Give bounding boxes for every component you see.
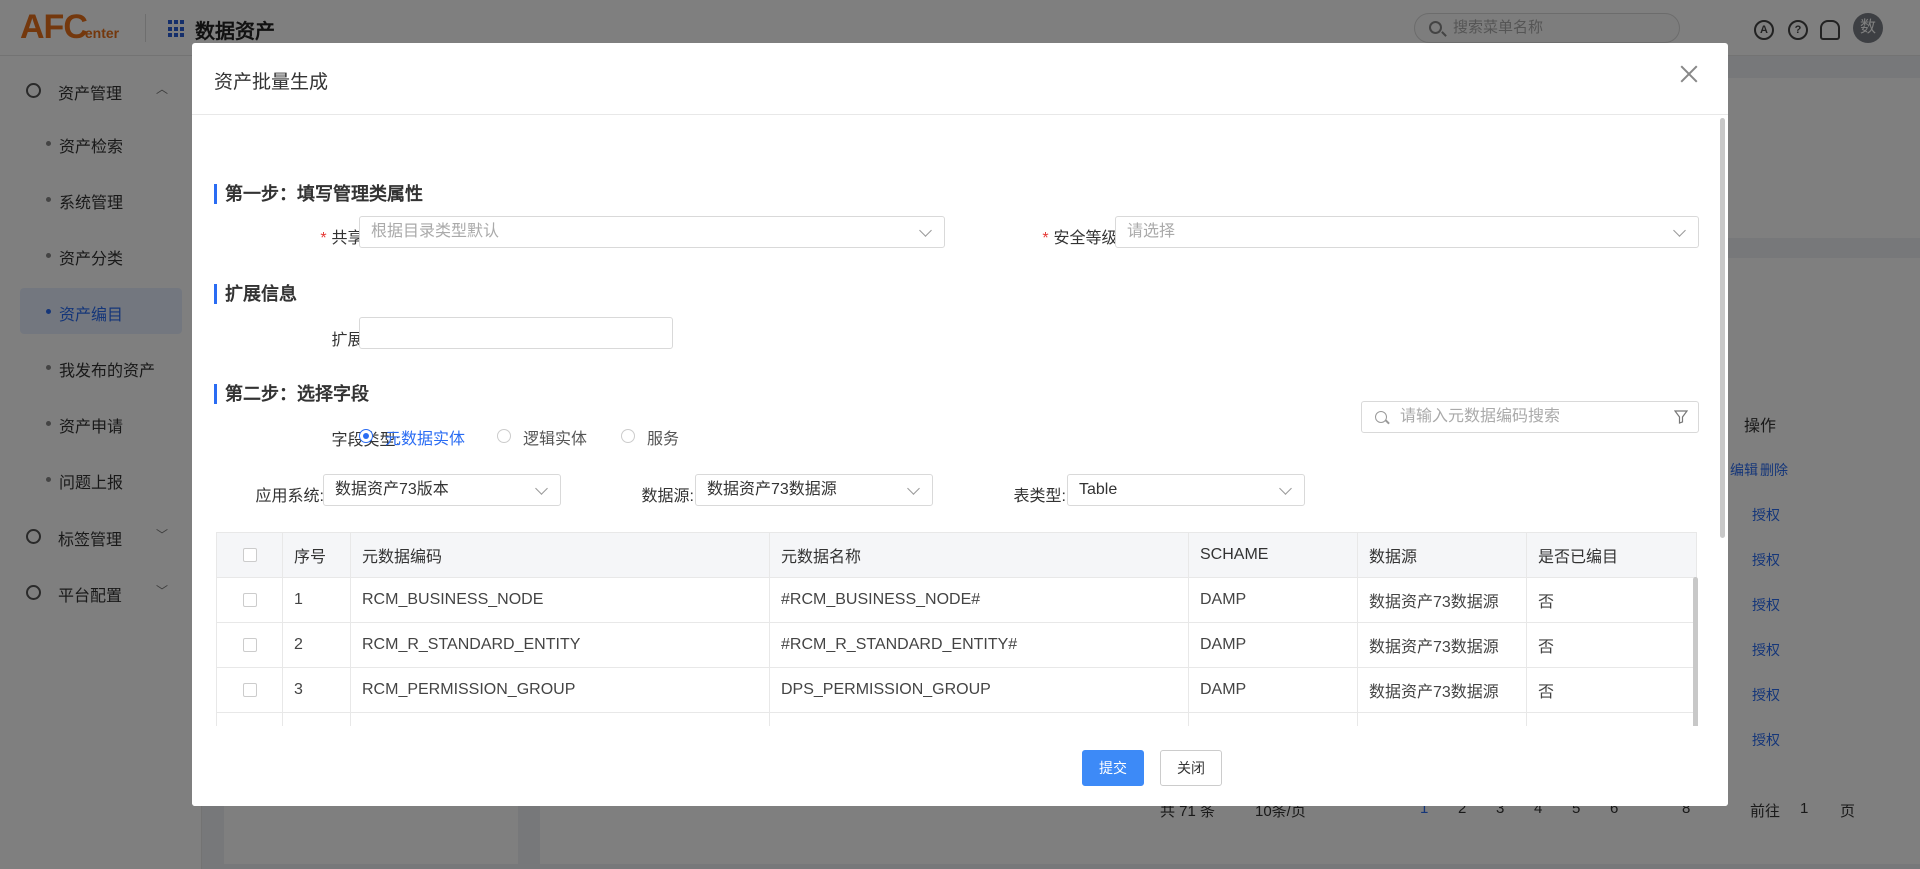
close-button[interactable]: 关闭 — [1160, 750, 1222, 786]
app-system-select[interactable]: 数据资产73版本 — [323, 474, 561, 506]
modal-title: 资产批量生成 — [214, 72, 329, 93]
row-checkbox[interactable] — [242, 682, 257, 697]
radio-label: 元数据实体 — [385, 431, 466, 448]
chevron-down-icon — [907, 482, 920, 495]
share-type-placeholder: 根据目录类型默认 — [371, 223, 500, 240]
cell-datasource: 数据资产73数据源 — [1357, 577, 1527, 623]
col-header-name[interactable]: 元数据名称 — [769, 532, 1189, 578]
cell-cataloged: 否 — [1526, 577, 1697, 623]
modal-scrollbar[interactable] — [1720, 118, 1725, 538]
chevron-down-icon — [919, 224, 932, 237]
select-all-cell — [216, 532, 283, 578]
datasource-label: 数据源: — [641, 488, 694, 505]
filter-icon[interactable] — [1674, 410, 1688, 424]
cell-schema: DAMP — [1188, 667, 1358, 713]
chevron-down-icon — [1279, 482, 1292, 495]
close-icon[interactable] — [1676, 61, 1702, 87]
chevron-down-icon — [1673, 224, 1686, 237]
cell-code: RCM_BUSINESS_NODE — [350, 577, 770, 623]
cell-index: 2 — [282, 622, 351, 668]
datasource-value: 数据资产73数据源 — [707, 481, 837, 498]
radio-circle — [359, 429, 373, 443]
radio-label: 服务 — [647, 431, 680, 448]
col-header-schema[interactable]: SCHAME — [1188, 532, 1358, 578]
required-mark: * — [320, 230, 327, 247]
required-mark: * — [1042, 230, 1049, 247]
row-select-cell — [216, 577, 283, 623]
app-system-label: 应用系统: — [255, 488, 324, 505]
cell-name: #RCM_R_STANDARD_ENTITY# — [769, 622, 1189, 668]
radio-circle — [497, 429, 511, 443]
step1-title: 第一步：填写管理类属性 — [214, 184, 423, 204]
table-row[interactable]: 1 RCM_BUSINESS_NODE #RCM_BUSINESS_NODE# … — [216, 577, 1697, 623]
cell-code: RCM_PERMISSION_GROUP — [350, 667, 770, 713]
field-type-radio-group: 元数据实体 逻辑实体 服务 — [359, 424, 759, 448]
select-all-checkbox[interactable] — [242, 547, 257, 562]
table-type-label: 表类型: — [1013, 488, 1066, 505]
app-system-value: 数据资产73版本 — [335, 481, 449, 498]
radio-label: 逻辑实体 — [523, 431, 588, 448]
cell-name: #RCM_BUSINESS_NODE# — [769, 577, 1189, 623]
datasource-select[interactable]: 数据资产73数据源 — [695, 474, 933, 506]
security-level-select[interactable]: 请选择 — [1115, 216, 1699, 248]
ext-info-title: 扩展信息 — [214, 284, 297, 304]
cell-datasource: 数据资产73数据源 — [1357, 622, 1527, 668]
step2-title: 第二步：选择字段 — [214, 384, 369, 404]
modal-header: 资产批量生成 — [192, 43, 1728, 115]
col-header-cataloged[interactable]: 是否已编目 — [1526, 532, 1697, 578]
cell-cataloged: 否 — [1526, 622, 1697, 668]
modal-footer — [192, 726, 1728, 806]
table-header-row: 序号 元数据编码 元数据名称 SCHAME 数据源 是否已编目 — [216, 532, 1697, 578]
row-checkbox[interactable] — [242, 637, 257, 652]
chevron-down-icon — [535, 482, 548, 495]
batch-generate-modal: 资产批量生成 第一步：填写管理类属性 *共享类型: 根据目录类型默认 *安全等级… — [192, 43, 1728, 806]
metadata-search-placeholder: 请输入元数据编码搜索 — [1400, 408, 1561, 425]
cell-schema: DAMP — [1188, 577, 1358, 623]
row-checkbox[interactable] — [242, 592, 257, 607]
security-level-placeholder: 请选择 — [1127, 223, 1176, 240]
table-row[interactable]: 2 RCM_R_STANDARD_ENTITY #RCM_R_STANDARD_… — [216, 622, 1697, 668]
table-type-value: Table — [1079, 481, 1118, 498]
search-icon — [1375, 411, 1387, 423]
radio-circle — [621, 429, 635, 443]
ext-attr-input[interactable] — [359, 317, 673, 349]
security-level-label: * 安全等级: — [1042, 230, 1122, 247]
submit-button[interactable]: 提交 — [1082, 750, 1144, 786]
col-header-code[interactable]: 元数据编码 — [350, 532, 770, 578]
row-select-cell — [216, 622, 283, 668]
cell-index: 3 — [282, 667, 351, 713]
cell-name: DPS_PERMISSION_GROUP — [769, 667, 1189, 713]
metadata-code-search-input[interactable]: 请输入元数据编码搜索 — [1361, 401, 1699, 433]
cell-schema: DAMP — [1188, 622, 1358, 668]
cell-code: RCM_R_STANDARD_ENTITY — [350, 622, 770, 668]
cell-cataloged: 否 — [1526, 667, 1697, 713]
col-header-datasource[interactable]: 数据源 — [1357, 532, 1527, 578]
cell-datasource: 数据资产73数据源 — [1357, 667, 1527, 713]
col-header-index: 序号 — [282, 532, 351, 578]
table-row[interactable]: 3 RCM_PERMISSION_GROUP DPS_PERMISSION_GR… — [216, 667, 1697, 713]
share-type-select[interactable]: 根据目录类型默认 — [359, 216, 945, 248]
cell-index: 1 — [282, 577, 351, 623]
row-select-cell — [216, 667, 283, 713]
table-type-select[interactable]: Table — [1067, 474, 1305, 506]
